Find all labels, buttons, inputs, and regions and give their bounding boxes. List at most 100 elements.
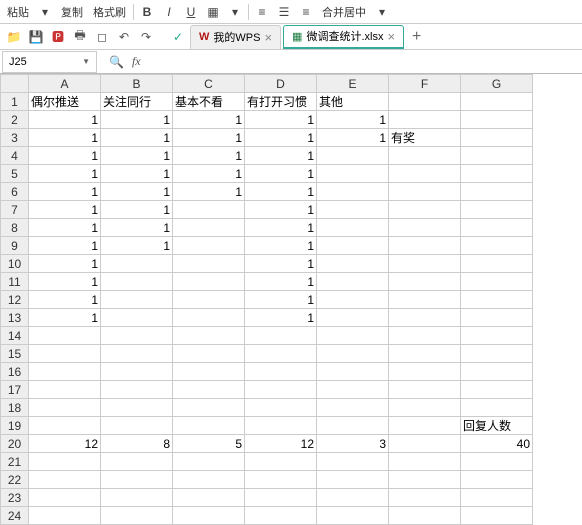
cell-A4[interactable]: 1 bbox=[29, 147, 101, 165]
cell-F17[interactable] bbox=[389, 381, 461, 399]
cell-E20[interactable]: 3 bbox=[317, 435, 389, 453]
cell-F20[interactable] bbox=[389, 435, 461, 453]
cell-C10[interactable] bbox=[173, 255, 245, 273]
cell-E15[interactable] bbox=[317, 345, 389, 363]
cell-F22[interactable] bbox=[389, 471, 461, 489]
cell-B15[interactable] bbox=[101, 345, 173, 363]
cell-A19[interactable] bbox=[29, 417, 101, 435]
cell-E5[interactable] bbox=[317, 165, 389, 183]
align-left-icon[interactable]: ≡ bbox=[253, 3, 271, 21]
cell-G15[interactable] bbox=[461, 345, 533, 363]
cell-A13[interactable]: 1 bbox=[29, 309, 101, 327]
cell-D9[interactable]: 1 bbox=[245, 237, 317, 255]
cell-B9[interactable]: 1 bbox=[101, 237, 173, 255]
preview-icon[interactable]: ◻ bbox=[92, 27, 112, 47]
row-header[interactable]: 17 bbox=[1, 381, 29, 399]
row-header[interactable]: 22 bbox=[1, 471, 29, 489]
cell-F16[interactable] bbox=[389, 363, 461, 381]
cell-D1[interactable]: 有打开习惯 bbox=[245, 93, 317, 111]
dropdown-icon[interactable]: ▾ bbox=[36, 3, 54, 21]
cell-A16[interactable] bbox=[29, 363, 101, 381]
cell-B22[interactable] bbox=[101, 471, 173, 489]
cell-B1[interactable]: 关注同行 bbox=[101, 93, 173, 111]
cell-G11[interactable] bbox=[461, 273, 533, 291]
cell-D12[interactable]: 1 bbox=[245, 291, 317, 309]
row-header[interactable]: 8 bbox=[1, 219, 29, 237]
row-header[interactable]: 18 bbox=[1, 399, 29, 417]
cell-F23[interactable] bbox=[389, 489, 461, 507]
cell-A9[interactable]: 1 bbox=[29, 237, 101, 255]
cell-E13[interactable] bbox=[317, 309, 389, 327]
save-icon[interactable]: 💾 bbox=[26, 27, 46, 47]
row-header[interactable]: 7 bbox=[1, 201, 29, 219]
cell-B5[interactable]: 1 bbox=[101, 165, 173, 183]
cell-F9[interactable] bbox=[389, 237, 461, 255]
cell-A2[interactable]: 1 bbox=[29, 111, 101, 129]
cell-G14[interactable] bbox=[461, 327, 533, 345]
cell-E8[interactable] bbox=[317, 219, 389, 237]
cell-A6[interactable]: 1 bbox=[29, 183, 101, 201]
cell-C9[interactable] bbox=[173, 237, 245, 255]
close-icon[interactable]: × bbox=[387, 29, 395, 44]
cell-E3[interactable]: 1 bbox=[317, 129, 389, 147]
cell-C13[interactable] bbox=[173, 309, 245, 327]
cell-G23[interactable] bbox=[461, 489, 533, 507]
cell-D11[interactable]: 1 bbox=[245, 273, 317, 291]
cell-G24[interactable] bbox=[461, 507, 533, 525]
row-header[interactable]: 6 bbox=[1, 183, 29, 201]
cell-B19[interactable] bbox=[101, 417, 173, 435]
cell-D2[interactable]: 1 bbox=[245, 111, 317, 129]
cell-G7[interactable] bbox=[461, 201, 533, 219]
cell-E21[interactable] bbox=[317, 453, 389, 471]
row-header[interactable]: 12 bbox=[1, 291, 29, 309]
cell-C15[interactable] bbox=[173, 345, 245, 363]
cell-G19[interactable]: 回复人数 bbox=[461, 417, 533, 435]
cell-F21[interactable] bbox=[389, 453, 461, 471]
cell-B10[interactable] bbox=[101, 255, 173, 273]
row-header[interactable]: 3 bbox=[1, 129, 29, 147]
cell-C21[interactable] bbox=[173, 453, 245, 471]
cell-D5[interactable]: 1 bbox=[245, 165, 317, 183]
column-header-A[interactable]: A bbox=[29, 75, 101, 93]
cell-C7[interactable] bbox=[173, 201, 245, 219]
cell-G12[interactable] bbox=[461, 291, 533, 309]
cell-D3[interactable]: 1 bbox=[245, 129, 317, 147]
cell-D15[interactable] bbox=[245, 345, 317, 363]
row-header[interactable]: 24 bbox=[1, 507, 29, 525]
cell-A17[interactable] bbox=[29, 381, 101, 399]
cell-E19[interactable] bbox=[317, 417, 389, 435]
cell-D20[interactable]: 12 bbox=[245, 435, 317, 453]
cell-E12[interactable] bbox=[317, 291, 389, 309]
cell-C8[interactable] bbox=[173, 219, 245, 237]
cell-D14[interactable] bbox=[245, 327, 317, 345]
cell-D19[interactable] bbox=[245, 417, 317, 435]
cell-E4[interactable] bbox=[317, 147, 389, 165]
cell-C22[interactable] bbox=[173, 471, 245, 489]
cell-C3[interactable]: 1 bbox=[173, 129, 245, 147]
cell-B7[interactable]: 1 bbox=[101, 201, 173, 219]
cell-B20[interactable]: 8 bbox=[101, 435, 173, 453]
cell-B3[interactable]: 1 bbox=[101, 129, 173, 147]
row-header[interactable]: 13 bbox=[1, 309, 29, 327]
check-icon[interactable]: ✓ bbox=[168, 27, 188, 47]
pdf-icon[interactable]: 🅿 bbox=[48, 27, 68, 47]
dropdown-icon[interactable]: ▾ bbox=[226, 3, 244, 21]
cell-D8[interactable]: 1 bbox=[245, 219, 317, 237]
row-header[interactable]: 23 bbox=[1, 489, 29, 507]
close-icon[interactable]: × bbox=[264, 30, 272, 45]
cell-C24[interactable] bbox=[173, 507, 245, 525]
cell-G8[interactable] bbox=[461, 219, 533, 237]
align-right-icon[interactable]: ≡ bbox=[297, 3, 315, 21]
cell-B21[interactable] bbox=[101, 453, 173, 471]
cell-E22[interactable] bbox=[317, 471, 389, 489]
row-header[interactable]: 11 bbox=[1, 273, 29, 291]
row-header[interactable]: 9 bbox=[1, 237, 29, 255]
cell-B14[interactable] bbox=[101, 327, 173, 345]
cell-C14[interactable] bbox=[173, 327, 245, 345]
cell-C20[interactable]: 5 bbox=[173, 435, 245, 453]
cell-F18[interactable] bbox=[389, 399, 461, 417]
open-icon[interactable]: 📁 bbox=[4, 27, 24, 47]
cell-C23[interactable] bbox=[173, 489, 245, 507]
cell-C12[interactable] bbox=[173, 291, 245, 309]
cell-A18[interactable] bbox=[29, 399, 101, 417]
